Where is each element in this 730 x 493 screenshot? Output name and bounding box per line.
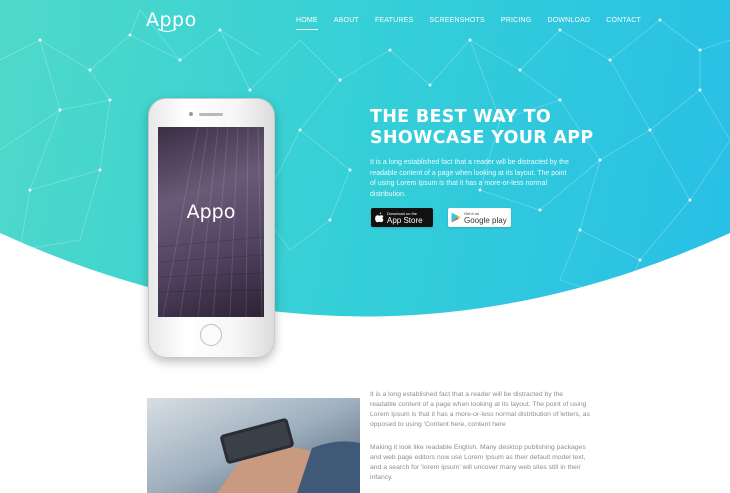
phone-screen: Appo (158, 127, 264, 317)
hand-holding-phone-photo (147, 398, 360, 493)
nav-pricing[interactable]: PRICING (501, 17, 532, 24)
hero-description: It is a long established fact that a rea… (370, 159, 569, 198)
nav-home[interactable]: HOME (296, 17, 318, 30)
logo-smile-icon (157, 28, 177, 33)
main-nav: HOME ABOUT FEATURES SCREENSHOTS PRICING … (296, 17, 657, 30)
hero-curve (0, 233, 730, 340)
google-play-icon (448, 212, 464, 223)
headline-line-2: SHOWCASE YOUR APP (370, 128, 594, 148)
headline-line-1: THE BEST WAY TO (370, 107, 552, 127)
about-paragraph-2: Making it look like readable English. Ma… (370, 444, 586, 481)
nav-about[interactable]: ABOUT (334, 17, 359, 24)
nav-screenshots[interactable]: SCREENSHOTS (429, 17, 485, 24)
app-store-button[interactable]: Download on the App Store (371, 208, 433, 227)
app-store-large-text: App Store (387, 215, 423, 225)
brand-logo[interactable]: Appo (146, 9, 197, 33)
about-paragraph-1: It is a long established fact that a rea… (370, 391, 590, 428)
apple-icon (371, 212, 387, 223)
phone-camera (189, 112, 193, 116)
google-play-button[interactable]: Get it on Google play (448, 208, 511, 227)
nav-features[interactable]: FEATURES (375, 17, 413, 24)
phone-screen-logo: Appo (186, 201, 236, 223)
phone-speaker (199, 113, 223, 116)
hero-headline: THE BEST WAY TO SHOWCASE YOUR APP (370, 107, 593, 149)
photo-illustration (147, 398, 360, 493)
nav-download[interactable]: DOWNLOAD (547, 17, 590, 24)
phone-home-button (200, 324, 222, 346)
google-play-large-text: Google play (464, 215, 507, 225)
nav-contact[interactable]: CONTACT (606, 17, 641, 24)
phone-mockup: Appo (148, 98, 275, 358)
